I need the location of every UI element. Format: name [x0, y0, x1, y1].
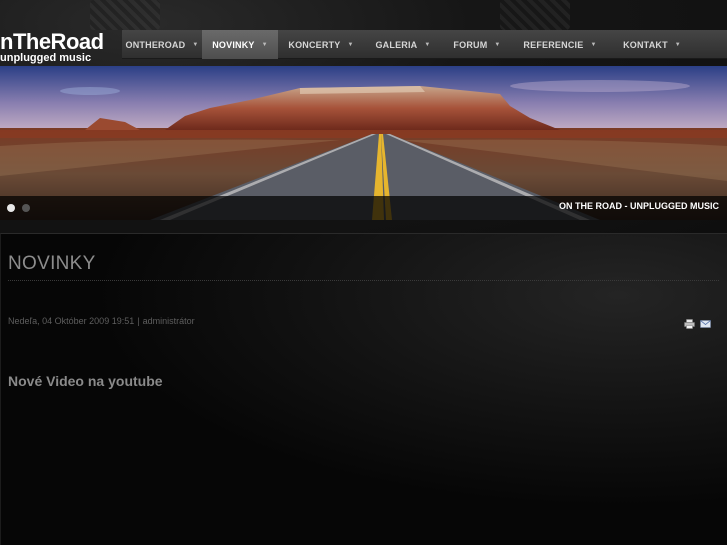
page-title: NOVINKY — [8, 253, 96, 274]
logo-subtitle: unplugged music — [0, 52, 92, 64]
nav-item-label: GALERIA — [375, 39, 418, 50]
chevron-down-icon: ▼ — [261, 41, 268, 48]
email-icon[interactable] — [700, 316, 711, 328]
site-logo[interactable]: nTheRoad unplugged music — [0, 29, 122, 65]
nav-item-label: NOVINKY — [212, 39, 255, 50]
main-navigation: ONTHEROAD ▼ NOVINKY ▼ KONCERTY ▼ GALERIA ▼ F… — [122, 30, 727, 59]
title-divider — [8, 280, 719, 281]
article-author: administrátor — [142, 316, 195, 326]
chevron-down-icon: ▼ — [674, 41, 681, 48]
article-meta: Nedeľa, 04 Október 2009 19:51 | administrá… — [8, 316, 195, 326]
chevron-down-icon: ▼ — [347, 41, 354, 48]
chevron-down-icon: ▼ — [494, 41, 501, 48]
nav-item-forum[interactable]: FORUM ▼ — [442, 30, 512, 59]
print-icon[interactable] — [684, 316, 695, 329]
header-decoration — [500, 0, 570, 30]
chevron-down-icon: ▼ — [424, 41, 431, 48]
nav-item-kontakt[interactable]: KONTAKT ▼ — [608, 30, 696, 59]
chevron-down-icon: ▼ — [590, 41, 597, 48]
meta-separator: | — [137, 316, 140, 326]
nav-item-label: REFERENCIE — [523, 39, 584, 50]
nav-item-label: FORUM — [453, 39, 488, 50]
nav-item-label: ONTHEROAD — [125, 39, 186, 50]
nav-item-novinky[interactable]: NOVINKY ▼ — [202, 30, 278, 59]
nav-item-koncerty[interactable]: KONCERTY ▼ — [278, 30, 364, 59]
slide-dot[interactable] — [22, 204, 30, 212]
banner-caption: ON THE ROAD - UNPLUGGED MUSIC — [558, 201, 719, 211]
nav-item-referencie[interactable]: REFERENCIE ▼ — [512, 30, 608, 59]
article-title[interactable]: Nové Video na youtube — [8, 373, 163, 389]
logo-title: nTheRoad — [0, 29, 104, 54]
nav-item-label: KONTAKT — [623, 39, 668, 50]
header-decoration — [90, 0, 160, 30]
article-date: Nedeľa, 04 Október 2009 19:51 — [8, 316, 135, 326]
banner-slideshow[interactable]: ON THE ROAD - UNPLUGGED MUSIC — [0, 66, 727, 220]
chevron-down-icon: ▼ — [192, 41, 199, 48]
banner-caption-bar: ON THE ROAD - UNPLUGGED MUSIC — [0, 196, 727, 220]
nav-item-label: KONCERTY — [288, 39, 341, 50]
nav-item-ontheroad[interactable]: ONTHEROAD ▼ — [122, 30, 202, 59]
nav-item-galeria[interactable]: GALERIA ▼ — [364, 30, 442, 59]
slide-dot-active[interactable] — [7, 204, 15, 212]
